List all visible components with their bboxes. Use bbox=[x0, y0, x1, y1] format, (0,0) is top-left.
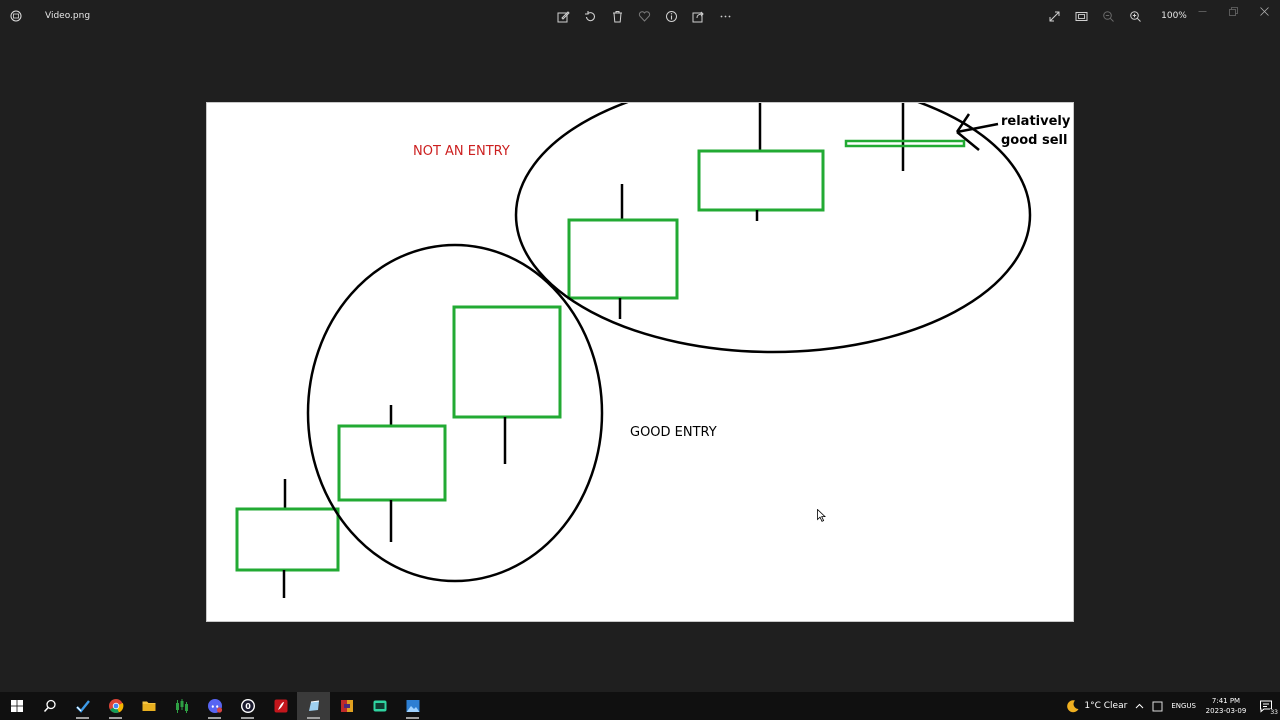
minimize-icon[interactable] bbox=[1187, 0, 1218, 22]
candle-5 bbox=[697, 103, 825, 221]
weather-widget[interactable]: 1°C Clear bbox=[1062, 692, 1131, 720]
clock[interactable]: 7:41 PM 2023-03-09 bbox=[1200, 692, 1252, 720]
good-entry-label: GOOD ENTRY bbox=[630, 425, 717, 440]
candlestick-drawing bbox=[235, 103, 1032, 598]
file-explorer-icon[interactable] bbox=[132, 692, 165, 720]
tradingview-icon[interactable] bbox=[66, 692, 99, 720]
winrar-icon[interactable] bbox=[330, 692, 363, 720]
lang-top: ENG bbox=[1171, 701, 1187, 710]
title-left: Video.png bbox=[0, 0, 90, 32]
terminal-icon[interactable] bbox=[363, 692, 396, 720]
tray-overflow-chevron-icon[interactable] bbox=[1131, 692, 1148, 720]
delete-icon[interactable] bbox=[604, 0, 631, 32]
candle-4 bbox=[567, 184, 679, 319]
tray-app-icon[interactable] bbox=[1148, 692, 1167, 720]
photos-icon[interactable] bbox=[396, 692, 429, 720]
tradingview-chart-icon[interactable] bbox=[165, 692, 198, 720]
language-indicator[interactable]: ENG US bbox=[1167, 692, 1200, 720]
adobe-icon[interactable] bbox=[264, 692, 297, 720]
favorite-icon[interactable] bbox=[631, 0, 658, 32]
info-icon[interactable] bbox=[658, 0, 685, 32]
sell-label-line1: relatively bbox=[1001, 114, 1071, 129]
paint-icon[interactable] bbox=[297, 692, 330, 720]
sell-label-line2: good sell bbox=[1001, 133, 1068, 148]
view-controls: 100% bbox=[1041, 0, 1199, 32]
notification-count: 33 bbox=[1270, 709, 1278, 716]
file-name: Video.png bbox=[45, 11, 91, 21]
discord-icon[interactable] bbox=[198, 692, 231, 720]
image-canvas: NOT AN ENTRY GOOD ENTRY relatively good … bbox=[206, 102, 1074, 622]
fit-icon[interactable] bbox=[1068, 0, 1095, 32]
more-icon[interactable] bbox=[712, 0, 739, 32]
candle-2 bbox=[337, 405, 447, 542]
clock-time: 7:41 PM bbox=[1211, 697, 1241, 705]
windows-start-icon[interactable] bbox=[0, 692, 33, 720]
taskbar: 0 1°C Clear ENG US 7:41 PM 2023-03-09 33 bbox=[0, 692, 1280, 720]
moon-icon bbox=[1067, 700, 1079, 713]
title-bar: Video.png 100% bbox=[0, 0, 1280, 32]
system-tray: 1°C Clear ENG US 7:41 PM 2023-03-09 33 bbox=[1062, 692, 1280, 720]
not-entry-label: NOT AN ENTRY bbox=[413, 144, 510, 159]
notification-center-icon[interactable]: 33 bbox=[1252, 692, 1280, 720]
fullscreen-icon[interactable] bbox=[1041, 0, 1068, 32]
search-icon[interactable] bbox=[33, 692, 66, 720]
chrome-icon[interactable] bbox=[99, 692, 132, 720]
taskbar-apps: 0 bbox=[0, 692, 429, 720]
photos-app-icon bbox=[0, 0, 32, 32]
svg-text:0: 0 bbox=[245, 702, 251, 711]
window-controls bbox=[1187, 0, 1280, 22]
restore-icon[interactable] bbox=[1218, 0, 1249, 22]
photo-toolbar bbox=[550, 0, 739, 32]
close-icon[interactable] bbox=[1249, 0, 1280, 22]
zoom-in-icon[interactable] bbox=[1122, 0, 1149, 32]
clock-date: 2023-03-09 bbox=[1205, 707, 1247, 715]
sell-label: relatively good sell bbox=[1001, 112, 1070, 150]
lang-bottom: US bbox=[1186, 701, 1196, 710]
obs-icon[interactable]: 0 bbox=[231, 692, 264, 720]
rotate-icon[interactable] bbox=[577, 0, 604, 32]
weather-text: 1°C Clear bbox=[1084, 701, 1128, 711]
share-icon[interactable] bbox=[685, 0, 712, 32]
edit-icon[interactable] bbox=[550, 0, 577, 32]
candle-3 bbox=[452, 305, 562, 464]
candle-1 bbox=[235, 479, 340, 598]
mouse-cursor-icon bbox=[817, 509, 826, 522]
zoom-out-icon[interactable] bbox=[1095, 0, 1122, 32]
